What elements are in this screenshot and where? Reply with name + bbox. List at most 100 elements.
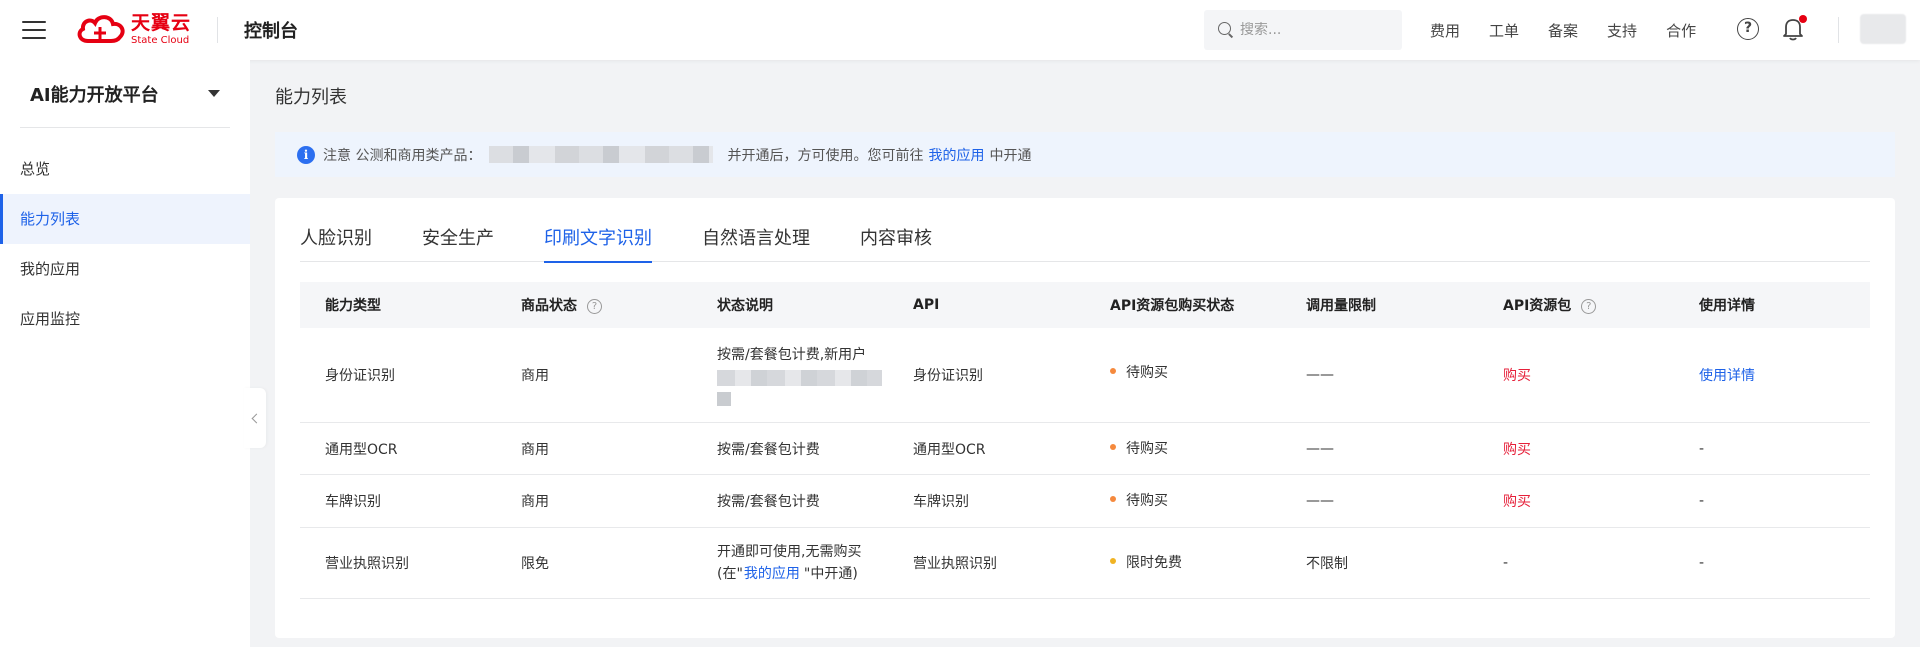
status-text: 限时免费: [1126, 555, 1182, 571]
status-dot: [1110, 558, 1116, 564]
header-purchase-status: API资源包购买状态: [1110, 298, 1235, 314]
table-header: 能力类型 商品状态? 状态说明 API API资源包购买状态 调用量限制 API…: [300, 282, 1870, 328]
divider: [1838, 17, 1839, 43]
nav-fees[interactable]: 费用: [1430, 20, 1460, 41]
divider: [217, 17, 219, 43]
logo-text: 天翼云: [131, 12, 192, 34]
status-text: 待购买: [1126, 440, 1168, 457]
redacted-text: [717, 370, 882, 386]
header-label: 商品状态: [521, 298, 577, 314]
cell-limit: ——: [1306, 367, 1334, 383]
cell-api: 通用型OCR: [913, 441, 986, 458]
desc-line: 开通即可使用,无需购买: [717, 544, 862, 560]
tab-printed-text-ocr[interactable]: 印刷文字识别: [544, 220, 652, 263]
cell-pack: -: [1503, 555, 1509, 571]
chevron-left-icon: [251, 413, 262, 423]
cell-api: 营业执照识别: [913, 556, 997, 572]
buy-link[interactable]: 购买: [1478, 491, 1674, 511]
cell-status: 商用: [521, 441, 549, 458]
notice-banner: i 注意 公测和商用类产品： 并开通后，方可使用。您可前往 我的应用 中开通: [275, 132, 1895, 177]
sidebar-item-app-monitor[interactable]: 应用监控: [0, 294, 250, 344]
search-input[interactable]: [1240, 22, 1390, 38]
question-icon[interactable]: ?: [1581, 298, 1597, 314]
cloud-logo-icon: [77, 15, 125, 43]
cell-type: 身份证识别: [325, 368, 395, 384]
cell-desc: 开通即可使用,无需购买 (在"我的应用 "中开通): [692, 541, 888, 585]
tab-content-moderation[interactable]: 内容审核: [860, 220, 932, 262]
sidebar-item-capability-list[interactable]: 能力列表: [0, 194, 250, 244]
logo[interactable]: 天翼云 State Cloud: [74, 13, 191, 47]
nav-partner[interactable]: 合作: [1666, 20, 1696, 41]
cell-api: 身份证识别: [913, 368, 983, 384]
table-row: 身份证识别 商用 按需/套餐包计费,新用户 身份证识别 待购买 —— 购买 使用…: [300, 328, 1870, 423]
status-text: 待购买: [1126, 493, 1168, 509]
help-icon[interactable]: ?: [1737, 18, 1759, 40]
buy-link[interactable]: 购买: [1478, 439, 1674, 459]
header-capability-type: 能力类型: [325, 298, 381, 314]
cell-desc: 按需/套餐包计费: [717, 494, 820, 510]
tab-nlp[interactable]: 自然语言处理: [702, 220, 810, 262]
cell-detail: -: [1699, 440, 1705, 457]
header-status-desc: 状态说明: [717, 298, 773, 314]
search-icon: [1218, 22, 1234, 38]
cell-buy-status: 待购买: [1085, 438, 1281, 458]
notice-prefix: 注意 公测和商用类产品：: [323, 147, 482, 164]
tab-safety-production[interactable]: 安全生产: [422, 220, 494, 262]
notice-my-apps-link[interactable]: 我的应用: [928, 145, 984, 165]
tab-face-recognition[interactable]: 人脸识别: [300, 220, 372, 262]
top-nav: 费用 工单 备案 支持 合作: [1430, 0, 1725, 60]
info-icon: i: [297, 145, 315, 164]
table-row: 通用型OCR 商用 按需/套餐包计费 通用型OCR 待购买 —— 购买 -: [300, 423, 1870, 475]
status-dot: [1110, 443, 1116, 450]
capability-card: 人脸识别 安全生产 印刷文字识别 自然语言处理 内容审核 能力类型 商品状态? …: [275, 198, 1895, 638]
desc-prefix: (在": [717, 566, 743, 582]
notice-middle: 并开通后，方可使用。您可前往: [727, 147, 924, 164]
status-text: 待购买: [1126, 365, 1168, 381]
question-icon[interactable]: ?: [587, 298, 602, 314]
caret-down-icon: [208, 90, 220, 97]
nav-tickets[interactable]: 工单: [1489, 20, 1519, 41]
header-label: API资源包: [1503, 298, 1572, 314]
capability-table: 能力类型 商品状态? 状态说明 API API资源包购买状态 调用量限制 API…: [300, 282, 1870, 599]
cell-desc: 按需/套餐包计费: [717, 441, 820, 458]
cell-desc: 按需/套餐包计费,新用户: [692, 344, 888, 406]
notification-badge: [1799, 15, 1807, 23]
cell-limit: ——: [1306, 440, 1334, 457]
header-api: API: [913, 297, 940, 313]
sidebar-item-my-apps[interactable]: 我的应用: [0, 244, 250, 294]
platform-title: AI能力开放平台: [30, 84, 159, 106]
cell-limit: 不限制: [1306, 556, 1348, 572]
header-api-pack: API资源包?: [1478, 295, 1674, 315]
console-title[interactable]: 控制台: [244, 17, 298, 43]
redacted-text: [717, 392, 731, 406]
desc-suffix: "中开通): [803, 566, 858, 582]
cell-type: 通用型OCR: [325, 441, 398, 458]
sidebar-item-overview[interactable]: 总览: [0, 144, 250, 194]
page-title: 能力列表: [275, 87, 347, 108]
nav-filing[interactable]: 备案: [1548, 20, 1578, 41]
menu-icon[interactable]: [22, 21, 46, 39]
header-product-status: 商品状态?: [496, 295, 692, 315]
usage-detail-link[interactable]: 使用详情: [1674, 365, 1870, 385]
desc-line: (在"我的应用 "中开通): [717, 563, 888, 585]
my-apps-link[interactable]: 我的应用: [744, 566, 800, 582]
header-call-limit: 调用量限制: [1306, 298, 1376, 314]
search-box[interactable]: [1204, 10, 1402, 50]
sidebar-collapse-button[interactable]: [244, 388, 266, 448]
cell-buy-status: 待购买: [1085, 490, 1281, 510]
cell-api: 车牌识别: [913, 494, 969, 510]
buy-link[interactable]: 购买: [1478, 365, 1674, 385]
platform-selector[interactable]: AI能力开放平台: [20, 60, 230, 128]
avatar[interactable]: [1860, 14, 1906, 44]
category-tabs: 人脸识别 安全生产 印刷文字识别 自然语言处理 内容审核: [300, 220, 1870, 263]
cell-type: 车牌识别: [325, 494, 381, 510]
table-row: 车牌识别 商用 按需/套餐包计费 车牌识别 待购买 —— 购买 -: [300, 475, 1870, 528]
cell-limit: ——: [1306, 493, 1334, 509]
cell-status: 商用: [521, 494, 549, 510]
desc-text: 按需/套餐包计费,新用户: [717, 347, 867, 363]
logo-subtext: State Cloud: [131, 35, 190, 46]
nav-support[interactable]: 支持: [1607, 20, 1637, 41]
cell-status: 限免: [521, 556, 549, 572]
cell-status: 商用: [521, 368, 549, 384]
cell-buy-status: 限时免费: [1085, 552, 1281, 572]
